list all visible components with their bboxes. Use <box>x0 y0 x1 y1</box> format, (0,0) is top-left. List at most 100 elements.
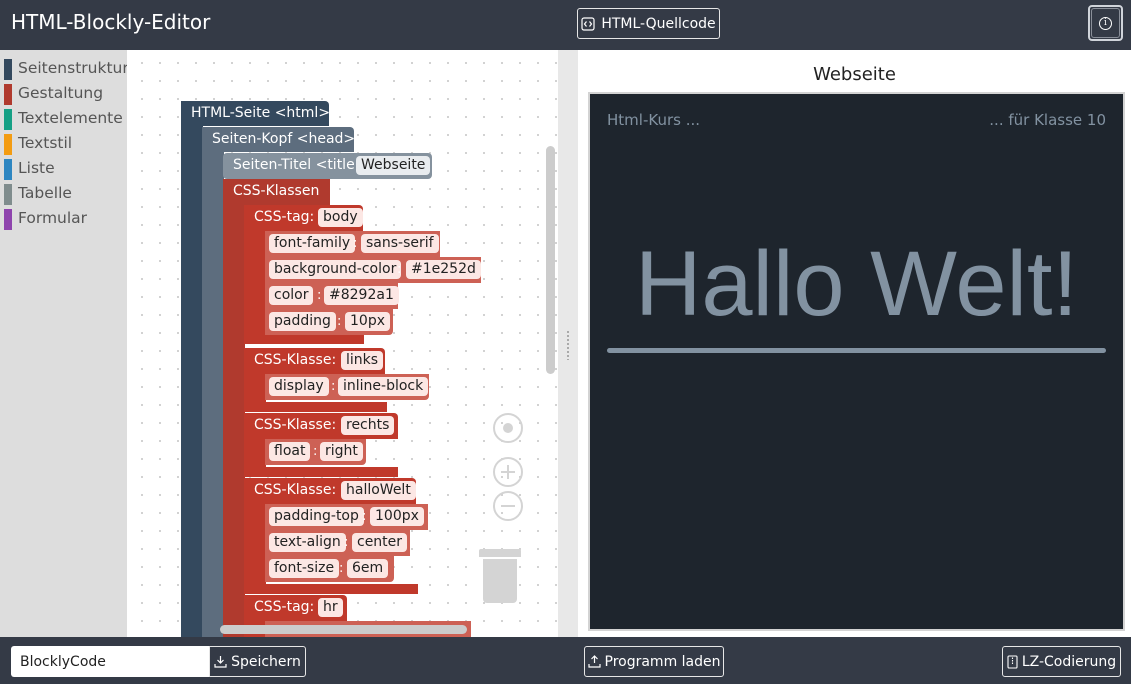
toolbox-category-textelemente[interactable]: Textelemente <box>0 105 127 130</box>
category-swatch <box>4 134 12 155</box>
rule-colon: : <box>397 262 402 277</box>
html-source-button[interactable]: HTML-Quellcode <box>577 8 720 39</box>
css-tag-body-field[interactable]: body <box>318 208 363 227</box>
rule-prop-field[interactable]: color <box>269 286 314 305</box>
css-class-label: CSS-Klasse: <box>254 417 337 433</box>
zoom-out-h <box>501 505 515 507</box>
info-icon: i <box>1099 16 1112 30</box>
recenter-icon[interactable] <box>493 413 523 443</box>
css-class-rechts-field[interactable]: rechts <box>341 416 395 435</box>
rule-value-field[interactable]: #8292a1 <box>324 286 399 305</box>
rule-value-field[interactable]: #1e252d <box>406 260 481 279</box>
lz-encoding-button[interactable]: LZ-Codierung <box>1002 646 1121 677</box>
rule-colon: : <box>344 535 349 550</box>
download-icon <box>214 656 227 668</box>
rule-colon: : <box>362 509 367 524</box>
css-class-hallowelt-field[interactable]: halloWelt <box>341 481 416 500</box>
css-class-rechts-foot <box>244 467 398 477</box>
head-label: Seiten-Kopf <head> <box>212 131 356 147</box>
preview-heading: Hallo Welt! <box>634 233 1079 335</box>
code-icon <box>581 16 595 31</box>
css-tag-body-foot <box>244 334 364 344</box>
css-class-links-field[interactable]: links <box>341 351 384 370</box>
rule-colon: : <box>339 561 344 576</box>
category-label: Textelemente <box>18 108 123 127</box>
category-label: Formular <box>18 208 88 227</box>
rule-value-field[interactable]: right <box>320 442 363 461</box>
preview-horizontal-rule <box>607 348 1106 353</box>
file-zip-icon <box>1007 654 1018 669</box>
rule-prop-field[interactable]: font-family <box>269 234 356 253</box>
preview-left-text: Html-Kurs ... <box>607 111 701 129</box>
category-swatch <box>4 84 12 105</box>
category-label: Textstil <box>18 133 73 152</box>
category-swatch <box>4 184 12 205</box>
title-label: Seiten-Titel <title> <box>233 157 367 173</box>
category-label: Gestaltung <box>18 83 104 102</box>
head-block-arm <box>202 127 224 637</box>
rule-value-field[interactable]: 6em <box>347 559 389 578</box>
css-class-label: CSS-Klasse: <box>254 352 337 368</box>
workspace-vertical-scrollbar[interactable] <box>546 146 555 374</box>
category-swatch <box>4 59 12 80</box>
toolbox-category-formular[interactable]: Formular <box>0 205 127 230</box>
category-label: Liste <box>18 158 55 177</box>
rule-prop-field[interactable]: padding-top <box>269 507 364 526</box>
zoom-out-icon[interactable] <box>493 491 523 521</box>
category-label: Seitenstruktur <box>18 58 129 77</box>
toolbox-category-gestaltung[interactable]: Gestaltung <box>0 80 127 105</box>
rule-value-field[interactable]: center <box>352 533 408 552</box>
css-class-links-foot <box>244 402 387 412</box>
category-swatch <box>4 109 12 130</box>
rule-value-field[interactable]: 10px <box>345 312 390 331</box>
lz-encoding-label: LZ-Codierung <box>1021 653 1117 670</box>
rule-colon: : <box>331 379 336 394</box>
app-title: HTML-Blockly-Editor <box>11 10 211 34</box>
title-value-field[interactable]: Webseite <box>356 156 431 175</box>
toolbox-category-textstil[interactable]: Textstil <box>0 130 127 155</box>
upload-icon <box>587 655 601 668</box>
filename-input[interactable] <box>11 646 209 677</box>
rule-colon: : <box>317 288 322 303</box>
trash-body <box>483 559 517 603</box>
trash-icon[interactable] <box>479 549 521 604</box>
rule-colon: : <box>353 236 358 251</box>
toolbox-category-liste[interactable]: Liste <box>0 155 127 180</box>
toolbox-category-tabelle[interactable]: Tabelle <box>0 180 127 205</box>
css-tag-body-arm <box>244 205 266 342</box>
css-tag-hr-field[interactable]: hr <box>318 598 343 617</box>
rule-prop-field[interactable]: padding <box>269 312 336 331</box>
rule-prop-field[interactable]: float <box>269 442 311 461</box>
rule-value-field[interactable]: 100px <box>370 507 424 526</box>
rule-prop-field[interactable]: text-align <box>269 533 346 552</box>
recenter-dot <box>503 423 513 433</box>
zoom-in-icon[interactable] <box>493 457 523 487</box>
category-swatch <box>4 209 12 230</box>
css-classes-block-arm <box>223 179 245 637</box>
rule-value-field[interactable]: sans-serif <box>361 234 439 253</box>
trash-lid <box>479 549 521 557</box>
toolbox-category-seitenstruktur[interactable]: Seitenstruktur <box>0 55 129 80</box>
zoom-in-v <box>507 465 509 479</box>
rule-prop-field[interactable]: display <box>269 377 329 396</box>
footer-bar: Speichern Programm laden LZ-Codierung <box>0 637 1131 684</box>
rule-colon: : <box>313 444 318 459</box>
html-source-label: HTML-Quellcode <box>601 15 716 32</box>
info-button[interactable]: i <box>1088 5 1123 41</box>
rule-value-field[interactable]: inline-block <box>338 377 429 396</box>
save-button[interactable]: Speichern <box>209 646 306 677</box>
css-tag-label: CSS-tag: <box>254 599 315 615</box>
header-bar: HTML-Blockly-Editor HTML-Quellcode i <box>0 0 1131 50</box>
workspace-horizontal-scrollbar[interactable] <box>220 625 467 634</box>
load-program-label: Programm laden <box>604 653 721 670</box>
category-swatch <box>4 159 12 180</box>
rule-prop-field[interactable]: font-size <box>269 559 340 578</box>
webpage-preview: Html-Kurs ... ... für Klasse 10 Hallo We… <box>588 92 1125 631</box>
rule-colon: : <box>337 314 342 329</box>
info-button-inner: i <box>1091 8 1120 38</box>
rule-prop-field[interactable]: background-color <box>269 260 402 279</box>
load-program-button[interactable]: Programm laden <box>584 646 724 677</box>
css-class-hallowelt-foot <box>244 584 418 594</box>
splitter-grip-icon[interactable] <box>566 330 570 360</box>
html-page-label: HTML-Seite <html> <box>191 105 331 121</box>
